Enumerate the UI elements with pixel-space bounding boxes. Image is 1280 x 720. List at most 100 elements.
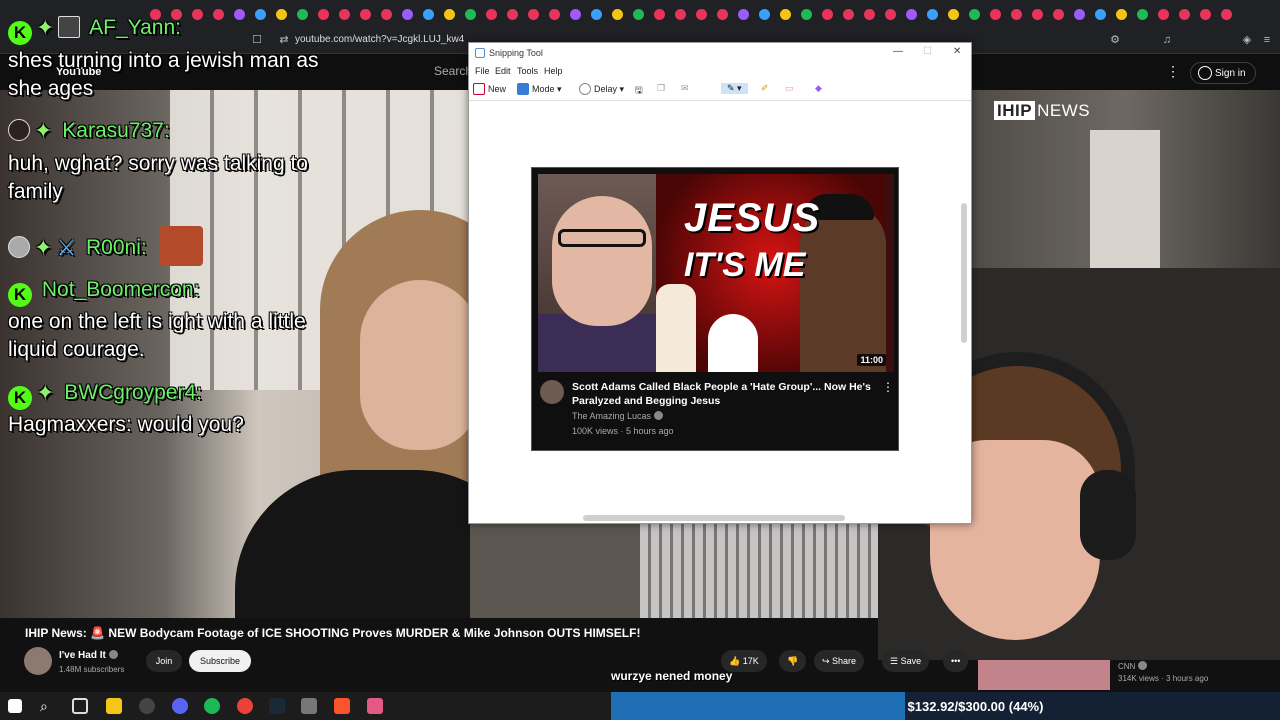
spotify-icon[interactable] <box>204 698 220 714</box>
browser-tab-favicon-icon[interactable] <box>927 9 938 20</box>
browser-tab-favicon-icon[interactable] <box>1179 9 1190 20</box>
chrome-icon[interactable] <box>237 698 253 714</box>
pen-icon[interactable]: ✎ ▾ <box>721 83 748 94</box>
browser-menu-icon[interactable]: ≡ <box>1260 33 1274 47</box>
menu-tools[interactable]: Tools <box>517 66 538 76</box>
browser-tab-favicon-icon[interactable] <box>948 9 959 20</box>
browser-tab-favicon-icon[interactable] <box>1158 9 1169 20</box>
sign-in-button[interactable]: Sign in <box>1190 62 1256 84</box>
window-title-bar[interactable]: Snipping Tool — ☐ ✕ <box>469 43 971 63</box>
browser-tab-favicon-icon[interactable] <box>444 9 455 20</box>
minimize-button[interactable]: — <box>893 46 903 57</box>
browser-tab-favicon-icon[interactable] <box>213 9 224 20</box>
extensions-icon[interactable]: ⚙ <box>1108 33 1122 47</box>
menu-help[interactable]: Help <box>544 66 563 76</box>
browser-tab-favicon-icon[interactable] <box>801 9 812 20</box>
browser-tab-favicon-icon[interactable] <box>1011 9 1022 20</box>
new-snip-button[interactable]: New <box>473 83 506 95</box>
maximize-button[interactable]: ☐ <box>923 46 932 57</box>
browser-tab-favicon-icon[interactable] <box>255 9 266 20</box>
browser-tab-favicon-icon[interactable] <box>318 9 329 20</box>
horizontal-scrollbar[interactable] <box>583 515 845 521</box>
channel-name[interactable]: I've Had It <box>59 650 118 661</box>
paint-3d-icon[interactable]: ◆ <box>815 83 822 94</box>
browser-tab-favicon-icon[interactable] <box>1074 9 1085 20</box>
browser-tab-favicon-icon[interactable] <box>570 9 581 20</box>
browser-tab-favicon-icon[interactable] <box>1137 9 1148 20</box>
browser-tab-favicon-icon[interactable] <box>885 9 896 20</box>
eraser-icon[interactable]: ▭ <box>785 83 794 94</box>
send-icon[interactable]: ✉ <box>681 83 689 94</box>
menu-file[interactable]: File <box>475 66 490 76</box>
browser-tab-favicon-icon[interactable] <box>423 9 434 20</box>
shield-icon[interactable]: ◈ <box>1240 33 1254 47</box>
browser-tab-favicon-icon[interactable] <box>402 9 413 20</box>
browser-tab-favicon-icon[interactable] <box>381 9 392 20</box>
browser-tab-favicon-icon[interactable] <box>969 9 980 20</box>
browser-tab-favicon-icon[interactable] <box>759 9 770 20</box>
copy-icon[interactable]: ❐ <box>657 83 665 94</box>
browser-tab-favicon-icon[interactable] <box>1221 9 1232 20</box>
browser-tab-favicon-icon[interactable] <box>297 9 308 20</box>
browser-tab-favicon-icon[interactable] <box>1200 9 1211 20</box>
url-field[interactable]: youtube.com/watch?v=Jcgkl.LUJ_kw4 <box>295 34 464 45</box>
menu-edit[interactable]: Edit <box>495 66 511 76</box>
browser-tab-favicon-icon[interactable] <box>864 9 875 20</box>
avatar[interactable] <box>24 647 52 675</box>
browser-tab-favicon-icon[interactable] <box>591 9 602 20</box>
browser-tab-favicon-icon[interactable] <box>234 9 245 20</box>
more-options-icon[interactable]: ⋮ <box>1166 63 1180 80</box>
browser-tab-favicon-icon[interactable] <box>360 9 371 20</box>
snipping-tool-taskbar-icon[interactable] <box>367 698 383 714</box>
browser-tab-favicon-icon[interactable] <box>906 9 917 20</box>
browser-tab-favicon-icon[interactable] <box>990 9 1001 20</box>
browser-tab-favicon-icon[interactable] <box>1032 9 1043 20</box>
browser-tab-favicon-icon[interactable] <box>528 9 539 20</box>
steam-icon[interactable] <box>269 698 285 714</box>
browser-tab-favicon-icon[interactable] <box>486 9 497 20</box>
browser-tab-favicon-icon[interactable] <box>696 9 707 20</box>
browser-tab-favicon-icon[interactable] <box>675 9 686 20</box>
save-icon[interactable]: 🖫 <box>635 83 643 99</box>
browser-tab-favicon-icon[interactable] <box>612 9 623 20</box>
save-button[interactable]: ☰ Save <box>882 650 930 672</box>
share-button[interactable]: ↪ Share <box>814 650 865 672</box>
more-actions-button[interactable]: ••• <box>943 650 969 672</box>
search-icon[interactable]: ⌕ <box>40 698 56 714</box>
obs-icon[interactable] <box>139 698 155 714</box>
browser-tab-favicon-icon[interactable] <box>276 9 287 20</box>
side-video-thumbnail[interactable] <box>978 660 1110 690</box>
site-settings-icon[interactable]: ⇄ <box>277 33 291 47</box>
browser-tab-favicon-icon[interactable] <box>1116 9 1127 20</box>
mode-button[interactable]: Mode ▾ <box>517 83 562 95</box>
close-button[interactable]: ✕ <box>953 46 961 57</box>
browser-tab-favicon-icon[interactable] <box>633 9 644 20</box>
highlighter-icon[interactable]: ✐ <box>761 83 769 94</box>
browser-tab-favicon-icon[interactable] <box>192 9 203 20</box>
browser-tab-favicon-icon[interactable] <box>507 9 518 20</box>
browser-tab-favicon-icon[interactable] <box>738 9 749 20</box>
delay-button[interactable]: Delay ▾ <box>579 83 624 95</box>
browser-tab-favicon-icon[interactable] <box>1095 9 1106 20</box>
file-explorer-icon[interactable] <box>106 698 122 714</box>
browser-tab-favicon-icon[interactable] <box>780 9 791 20</box>
media-icon[interactable]: ♫ <box>1160 33 1174 47</box>
app-icon[interactable] <box>301 698 317 714</box>
discord-icon[interactable] <box>172 698 188 714</box>
browser-tab-favicon-icon[interactable] <box>843 9 854 20</box>
browser-tab-favicon-icon[interactable] <box>717 9 728 20</box>
search-input[interactable]: Search <box>434 64 472 78</box>
dislike-button[interactable]: 👎 <box>779 650 807 672</box>
start-icon[interactable] <box>8 699 22 713</box>
browser-tab-favicon-icon[interactable] <box>654 9 665 20</box>
browser-tab-favicon-icon[interactable] <box>549 9 560 20</box>
browser-tab-favicon-icon[interactable] <box>1053 9 1064 20</box>
browser-tab-favicon-icon[interactable] <box>465 9 476 20</box>
brave-icon[interactable] <box>334 698 350 714</box>
browser-tab-favicon-icon[interactable] <box>822 9 833 20</box>
task-view-icon[interactable] <box>72 698 88 714</box>
vertical-scrollbar[interactable] <box>961 203 967 343</box>
browser-tab-favicon-icon[interactable] <box>339 9 350 20</box>
bookmark-icon[interactable]: ☐ <box>250 33 264 47</box>
join-button[interactable]: Join <box>146 650 182 672</box>
